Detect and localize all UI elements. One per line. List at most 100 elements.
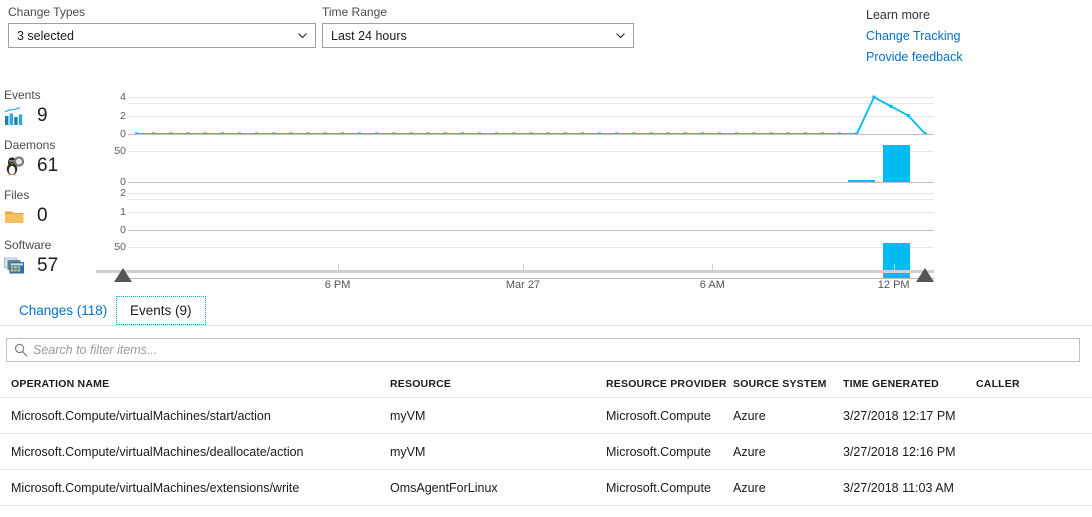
cell-resource: myVM (390, 408, 426, 423)
metric-files-title: Files (4, 188, 30, 202)
x-tick-mark (522, 264, 524, 270)
metric-daemons-value: 61 (37, 155, 59, 176)
bar-chart-icon (4, 105, 28, 127)
gridline (128, 212, 934, 213)
table-row[interactable]: Microsoft.Compute/virtualMachines/extens… (0, 470, 1092, 506)
cell-operation-name: Microsoft.Compute/virtualMachines/deallo… (11, 444, 304, 459)
events-table: OPERATION NAME RESOURCE RESOURCE PROVIDE… (0, 370, 1092, 506)
plot-area: 012 (120, 184, 934, 236)
metric-events[interactable]: Events 9 (4, 88, 96, 129)
gridline (128, 230, 934, 231)
x-tick-label: 6 PM (324, 279, 351, 291)
column-header-caller[interactable]: CALLER (976, 378, 1092, 390)
time-range-value: Last 24 hours (331, 28, 407, 43)
change-types-label: Change Types (8, 5, 86, 19)
change-types-value: 3 selected (17, 28, 74, 43)
metric-files-value: 0 (37, 205, 48, 226)
subchart-files: 012 (96, 184, 934, 236)
change-tracking-page: Change Types 3 selected Time Range Last … (0, 0, 1092, 517)
cell-operation-name: Microsoft.Compute/virtualMachines/start/… (11, 408, 271, 423)
folder-icon (4, 205, 28, 227)
learn-more-heading: Learn more (866, 8, 930, 22)
metric-daemons-title: Daemons (4, 138, 56, 152)
daemon-penguin-icon (4, 155, 28, 177)
search-icon (13, 342, 29, 358)
y-tick-label: 1 (120, 206, 126, 218)
table-header-row: OPERATION NAME RESOURCE RESOURCE PROVIDE… (0, 370, 1092, 398)
metric-software-title: Software (4, 238, 52, 252)
y-tick-label: 50 (114, 241, 126, 253)
column-header-source-system[interactable]: SOURCE SYSTEM (733, 378, 843, 390)
line-series (135, 95, 927, 134)
x-tick-label: 12 PM (877, 279, 910, 291)
cell-source-system: Azure (733, 444, 766, 459)
chart-bar[interactable] (883, 145, 910, 182)
cell-resource-provider: Microsoft.Compute (606, 408, 711, 423)
y-tick-label: 50 (114, 145, 126, 157)
metric-events-title: Events (4, 88, 41, 102)
gridline (128, 199, 934, 200)
x-tick-mark (712, 264, 714, 270)
change-types-filter: Change Types 3 selected (8, 5, 316, 48)
gridline (128, 247, 934, 248)
tabs-divider (0, 325, 1092, 326)
cell-source-system: Azure (733, 480, 766, 495)
x-tick-label: 6 AM (699, 279, 725, 291)
tab-changes[interactable]: Changes (118) (6, 296, 120, 325)
column-header-resource-provider[interactable]: RESOURCE PROVIDER (606, 378, 733, 390)
search-filter-box[interactable]: Search to filter items... (6, 338, 1080, 362)
link-provide-feedback[interactable]: Provide feedback (866, 47, 963, 68)
gridline (128, 134, 934, 135)
x-tick-mark (337, 264, 339, 270)
cell-resource-provider: Microsoft.Compute (606, 444, 711, 459)
cell-resource: myVM (390, 444, 426, 459)
help-links: Learn more Change Tracking Provide feedb… (866, 5, 963, 68)
chart-x-axis[interactable]: 6 PM Mar 27 6 AM 12 PM (96, 264, 934, 298)
time-range-filter: Time Range Last 24 hours (322, 5, 634, 48)
table-row[interactable]: Microsoft.Compute/virtualMachines/deallo… (0, 434, 1092, 470)
cell-time-generated: 3/27/2018 11:03 AM (843, 480, 954, 495)
cell-source-system: Azure (733, 408, 766, 423)
range-handle-start[interactable] (114, 268, 132, 282)
link-change-tracking[interactable]: Change Tracking (866, 26, 963, 47)
plot-area: 0 50 (114, 136, 934, 188)
column-header-resource[interactable]: RESOURCE (390, 378, 606, 390)
change-types-select[interactable]: 3 selected (8, 23, 316, 48)
y-tick-label: 2 (120, 110, 126, 122)
tab-events[interactable]: Events (9) (116, 296, 206, 325)
metric-software[interactable]: Software 57 (4, 238, 96, 279)
gridline (128, 193, 934, 194)
chart-bar[interactable] (848, 180, 875, 182)
change-timeline-chart[interactable]: 0 2 4 0 50 0 1 2 0 50 (96, 88, 934, 284)
tab-events-label: Events (9) (130, 303, 192, 318)
table-row[interactable]: Microsoft.Compute/virtualMachines/start/… (0, 398, 1092, 434)
range-handle-end[interactable] (916, 268, 934, 282)
y-tick-label: 4 (120, 91, 126, 103)
column-header-operation-name[interactable]: OPERATION NAME (0, 378, 390, 390)
metric-events-value: 9 (37, 105, 48, 126)
metric-daemons[interactable]: Daemons 61 (4, 138, 96, 179)
time-range-select[interactable]: Last 24 hours (322, 23, 634, 48)
metrics-summary: Events 9 Daemons 61 Files 0 Software 57 (4, 88, 96, 288)
cell-resource-provider: Microsoft.Compute (606, 480, 711, 495)
chevron-down-icon (614, 29, 627, 42)
search-placeholder: Search to filter items... (33, 343, 158, 357)
gridline (128, 182, 934, 183)
software-icon (4, 255, 28, 277)
x-axis-line (96, 270, 934, 273)
x-tick-mark (893, 264, 895, 270)
tab-changes-label: Changes (118) (19, 303, 108, 318)
metric-software-value: 57 (37, 255, 59, 276)
subchart-daemons: 0 50 (96, 136, 934, 188)
column-header-time-generated[interactable]: TIME GENERATED (843, 378, 976, 390)
result-tabs: Changes (118) Events (9) (0, 296, 1092, 326)
plot-area: 024 (120, 88, 934, 140)
cell-time-generated: 3/27/2018 12:16 PM (843, 444, 956, 459)
cell-time-generated: 3/27/2018 12:17 PM (843, 408, 956, 423)
subchart-events: 024 (96, 88, 934, 140)
cell-operation-name: Microsoft.Compute/virtualMachines/extens… (11, 480, 300, 495)
metric-files[interactable]: Files 0 (4, 188, 96, 229)
cell-resource: OmsAgentForLinux (390, 480, 498, 495)
gridline (128, 151, 934, 152)
x-tick-label: Mar 27 (505, 279, 541, 291)
